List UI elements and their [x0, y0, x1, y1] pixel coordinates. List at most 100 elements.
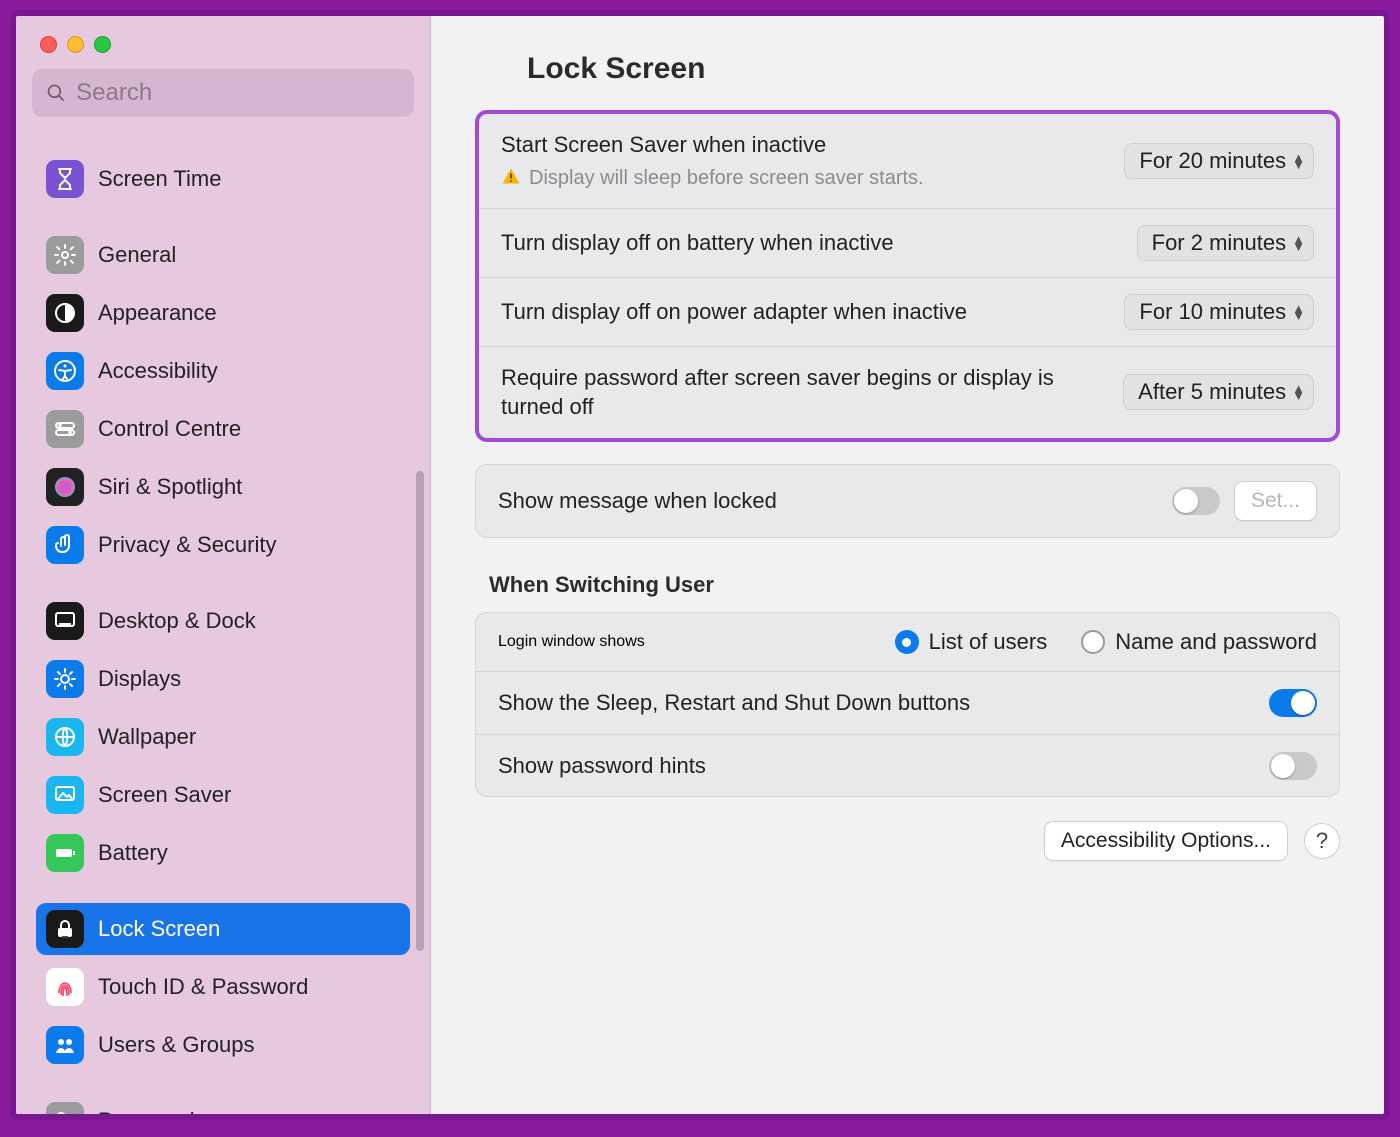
warning-icon: [501, 166, 521, 192]
switching-user-panel: Login window shows List of users Name and …: [475, 612, 1340, 797]
sidebar-item-appearance[interactable]: Appearance: [36, 287, 410, 339]
window-controls: [16, 16, 430, 69]
chevron-up-down-icon: ▲▼: [1292, 305, 1305, 319]
radio-icon: [895, 630, 919, 654]
page-title: Lock Screen: [527, 52, 1340, 86]
accessibility-options-button[interactable]: Accessibility Options...: [1044, 821, 1288, 861]
sidebar-item-label: Touch ID & Password: [98, 974, 308, 1000]
sidebar-item-displays[interactable]: Displays: [36, 653, 410, 705]
users-icon: [46, 1026, 84, 1064]
sidebar-item-label: Screen Saver: [98, 782, 231, 808]
wallpaper-icon: [46, 718, 84, 756]
displays-icon: [46, 660, 84, 698]
sidebar-item-label: Appearance: [98, 300, 217, 326]
setting-label: Require password after screen saver begi…: [501, 363, 1061, 422]
radio-icon: [1081, 630, 1105, 654]
setting-popup[interactable]: For 20 minutes ▲▼: [1124, 143, 1314, 179]
setting-label: Login window shows: [498, 633, 861, 651]
sidebar-item-label: Accessibility: [98, 358, 218, 384]
login-window-radio-name-and-password[interactable]: Name and password: [1081, 629, 1317, 655]
minimize-window-button[interactable]: [67, 36, 84, 53]
setting-row: Require password after screen saver begi…: [479, 347, 1336, 438]
main-content: Lock Screen Start Screen Saver when inac…: [431, 16, 1384, 1114]
maximize-window-button[interactable]: [94, 36, 111, 53]
search-field[interactable]: [32, 69, 414, 117]
sidebar-item-users-groups[interactable]: Users & Groups: [36, 1019, 410, 1071]
sidebar-item-general[interactable]: General: [36, 229, 410, 281]
setting-label: Show message when locked: [498, 486, 777, 516]
desktop-icon: [46, 602, 84, 640]
sidebar-item-label: Wallpaper: [98, 724, 196, 750]
setting-popup[interactable]: After 5 minutes▲▼: [1123, 374, 1314, 410]
setting-value: After 5 minutes: [1138, 379, 1286, 405]
sidebar-item-label: Lock Screen: [98, 916, 220, 942]
sidebar-item-siri-spotlight[interactable]: Siri & Spotlight: [36, 461, 410, 513]
sidebar-item-accessibility[interactable]: Accessibility: [36, 345, 410, 397]
chevron-up-down-icon: ▲▼: [1292, 154, 1305, 168]
control-centre-icon: [46, 410, 84, 448]
login-window-radio-list-of-users[interactable]: List of users: [895, 629, 1048, 655]
sidebar: Screen Time General Appearance Accessibilit…: [16, 16, 431, 1114]
sidebar-item-touch-id-password[interactable]: Touch ID & Password: [36, 961, 410, 1013]
setting-value: For 20 minutes: [1139, 148, 1286, 174]
radio-label: List of users: [929, 629, 1048, 655]
appearance-icon: [46, 294, 84, 332]
sidebar-nav: Screen Time General Appearance Accessibilit…: [16, 129, 430, 1114]
sidebar-item-battery[interactable]: Battery: [36, 827, 410, 879]
sidebar-item-wallpaper[interactable]: Wallpaper: [36, 711, 410, 763]
sidebar-item-label: Passwords: [98, 1108, 206, 1114]
setting-value: For 2 minutes: [1152, 230, 1287, 256]
setting-label: Start Screen Saver when inactive: [501, 130, 924, 160]
sidebar-item-label: Users & Groups: [98, 1032, 255, 1058]
message-panel: Show message when locked Set...: [475, 464, 1340, 538]
radio-label: Name and password: [1115, 629, 1317, 655]
chevron-up-down-icon: ▲▼: [1292, 236, 1305, 250]
close-window-button[interactable]: [40, 36, 57, 53]
setting-toggle[interactable]: [1269, 752, 1317, 780]
sidebar-item-label: Displays: [98, 666, 181, 692]
hourglass-icon: [46, 160, 84, 198]
setting-sublabel: Display will sleep before screen saver s…: [501, 166, 924, 192]
sidebar-item-screen-time[interactable]: Screen Time: [36, 153, 410, 205]
section-title: When Switching User: [489, 572, 1340, 598]
sidebar-item-label: Screen Time: [98, 166, 222, 192]
sidebar-item-label: Privacy & Security: [98, 532, 277, 558]
highlighted-settings-panel: Start Screen Saver when inactive Display …: [475, 110, 1340, 442]
hand-icon: [46, 526, 84, 564]
sidebar-item-label: Siri & Spotlight: [98, 474, 242, 500]
sidebar-item-label: Battery: [98, 840, 168, 866]
sidebar-item-label: Desktop & Dock: [98, 608, 256, 634]
search-icon: [46, 82, 66, 104]
setting-popup[interactable]: For 2 minutes ▲▼: [1137, 225, 1314, 261]
sidebar-scrollbar[interactable]: [416, 471, 424, 951]
sidebar-item-lock-screen[interactable]: Lock Screen: [36, 903, 410, 955]
sidebar-item-privacy-security[interactable]: Privacy & Security: [36, 519, 410, 571]
setting-row: Start Screen Saver when inactive Display …: [479, 114, 1336, 209]
sidebar-item-desktop-dock[interactable]: Desktop & Dock: [36, 595, 410, 647]
sidebar-item-label: Control Centre: [98, 416, 241, 442]
key-icon: [46, 1102, 84, 1114]
lock-icon: [46, 910, 84, 948]
help-button[interactable]: ?: [1304, 823, 1340, 859]
setting-row: Turn display off on battery when inactiv…: [479, 209, 1336, 278]
setting-value: For 10 minutes: [1139, 299, 1286, 325]
setting-row: Turn display off on power adapter when i…: [479, 278, 1336, 347]
login-window-row: Login window shows List of users Name and …: [476, 613, 1339, 672]
setting-label: Show the Sleep, Restart and Shut Down bu…: [498, 688, 970, 718]
siri-icon: [46, 468, 84, 506]
sidebar-item-passwords[interactable]: Passwords: [36, 1095, 410, 1114]
setting-toggle[interactable]: [1269, 689, 1317, 717]
sidebar-item-screen-saver[interactable]: Screen Saver: [36, 769, 410, 821]
gear-icon: [46, 236, 84, 274]
set-message-button[interactable]: Set...: [1234, 481, 1317, 521]
screensaver-icon: [46, 776, 84, 814]
setting-label: Turn display off on battery when inactiv…: [501, 228, 894, 258]
battery-icon: [46, 834, 84, 872]
setting-popup[interactable]: For 10 minutes ▲▼: [1124, 294, 1314, 330]
sidebar-item-control-centre[interactable]: Control Centre: [36, 403, 410, 455]
setting-label: Turn display off on power adapter when i…: [501, 297, 967, 327]
search-input[interactable]: [76, 79, 400, 107]
show-message-toggle[interactable]: [1172, 487, 1220, 515]
touchid-icon: [46, 968, 84, 1006]
setting-row: Show the Sleep, Restart and Shut Down bu…: [476, 672, 1339, 735]
